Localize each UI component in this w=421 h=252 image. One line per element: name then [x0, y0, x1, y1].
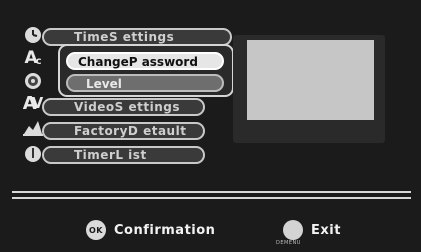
- confirmation-label: Confirmation: [114, 222, 216, 238]
- menu-item-level[interactable]: Level: [66, 74, 224, 92]
- exit-circle-icon: [283, 220, 303, 240]
- exit-caption: DEMENU: [276, 240, 301, 246]
- divider-bottom: [12, 197, 411, 199]
- exit-label: Exit: [311, 222, 341, 238]
- level-icon: [21, 70, 45, 91]
- menu-item-timer-list[interactable]: TimerL ist: [42, 146, 205, 164]
- preview-window: [247, 40, 374, 120]
- menu-item-label: TimeS ettings: [74, 30, 175, 44]
- menu-item-change-password[interactable]: ChangeP assword: [66, 52, 224, 70]
- exit-button[interactable]: Exit: [283, 220, 341, 240]
- ok-icon: OK: [86, 220, 106, 240]
- confirmation-button[interactable]: OK Confirmation: [86, 220, 215, 240]
- menu-item-factory-default[interactable]: FactoryD etault: [42, 122, 205, 140]
- password-icon: Ac: [24, 48, 42, 68]
- menu-item-label: VideoS ettings: [74, 100, 180, 114]
- menu-item-label: FactoryD etault: [74, 124, 187, 138]
- menu-item-label: Level: [86, 77, 122, 91]
- menu-item-label: TimerL ist: [74, 148, 147, 162]
- menu-item-video-settings[interactable]: VideoS ettings: [42, 98, 205, 116]
- divider-top: [12, 191, 411, 193]
- submenu-panel: ChangeP assword Level: [58, 44, 234, 97]
- settings-screen: TimeS ettings Ac ChangeP assword Level A…: [0, 0, 421, 252]
- menu-item-label: ChangeP assword: [78, 55, 198, 69]
